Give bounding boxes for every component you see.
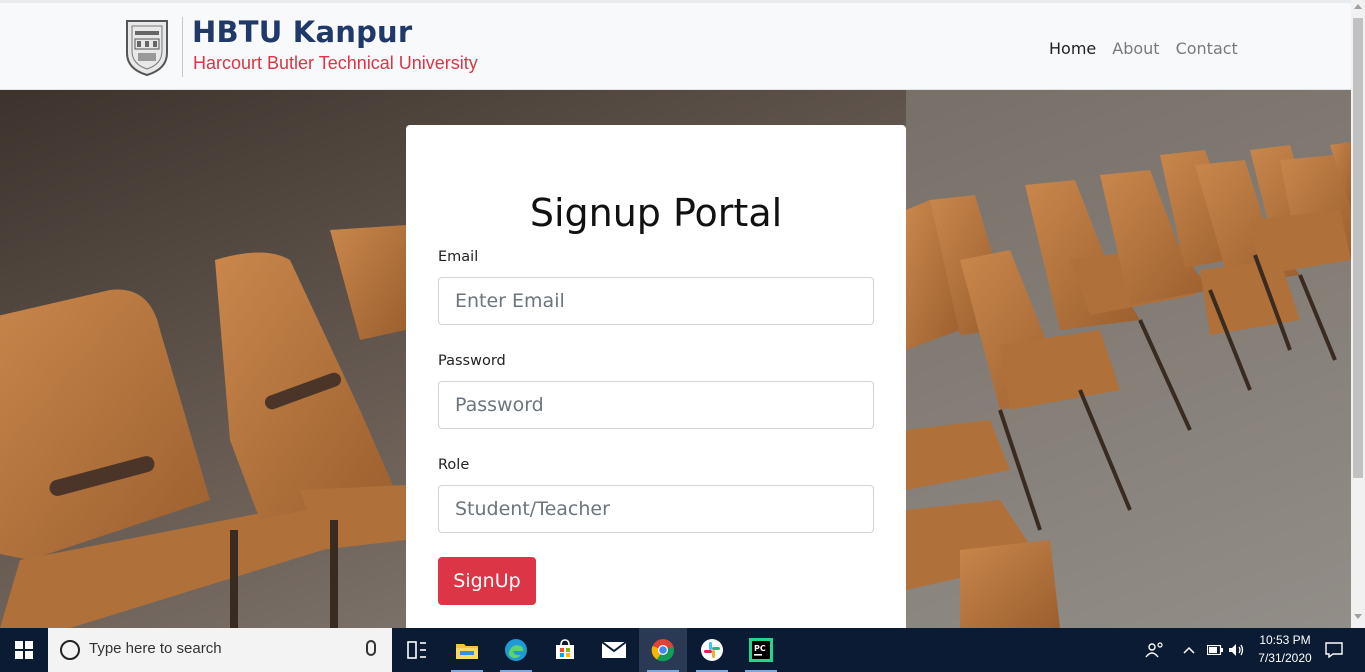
nav-links: Home About Contact (1049, 39, 1238, 58)
cortana-icon (60, 640, 80, 660)
page-scrollbar[interactable] (1351, 0, 1365, 628)
notification-center-icon[interactable] (1325, 628, 1343, 672)
pycharm-icon[interactable]: PC (737, 628, 785, 672)
edge-browser-icon[interactable] (492, 628, 540, 672)
signup-button[interactable]: SignUp (438, 557, 536, 605)
clock-date: 7/31/2020 (1258, 651, 1312, 665)
file-explorer-icon[interactable] (443, 628, 491, 672)
email-field[interactable] (438, 277, 874, 325)
chrome-icon[interactable] (639, 628, 687, 672)
role-field[interactable] (438, 485, 874, 533)
nav-contact-link[interactable]: Contact (1176, 39, 1238, 58)
microsoft-store-icon[interactable] (541, 628, 589, 672)
password-field[interactable] (438, 381, 874, 429)
brand-title[interactable]: HBTU Kanpur (192, 15, 412, 49)
slack-icon[interactable] (688, 628, 736, 672)
scroll-down-arrow-icon[interactable] (1354, 614, 1362, 619)
role-label: Role (438, 457, 470, 473)
system-clock[interactable]: 10:53 PM 7/31/2020 (1250, 631, 1320, 667)
windows-taskbar: Type here to search PC 10:53 PM 7/31/202… (0, 628, 1365, 672)
hbtu-logo[interactable] (124, 17, 170, 77)
volume-icon[interactable] (1228, 628, 1246, 672)
page-title: Signup Portal (529, 191, 783, 235)
mail-icon[interactable] (590, 628, 638, 672)
email-label: Email (438, 249, 479, 265)
taskbar-search-box[interactable]: Type here to search (48, 628, 392, 672)
taskbar-search-placeholder: Type here to search (89, 640, 222, 657)
navbar: HBTU Kanpur Harcourt Butler Technical Un… (0, 3, 1351, 90)
scrollbar-thumb[interactable] (1353, 18, 1363, 478)
signup-card: Signup Portal Email Password Role SignUp (406, 125, 906, 628)
brand-subtitle: Harcourt Butler Technical University (193, 53, 478, 73)
show-hidden-icons-chevron-icon[interactable] (1183, 628, 1195, 672)
battery-icon[interactable] (1207, 628, 1223, 672)
clock-time: 10:53 PM (1259, 633, 1311, 647)
windows-logo-icon (15, 641, 33, 659)
brand-divider (182, 17, 183, 77)
svg-text:PC: PC (754, 644, 766, 653)
nav-about-link[interactable]: About (1112, 39, 1159, 58)
task-view-icon[interactable] (393, 628, 441, 672)
scroll-up-arrow-icon[interactable] (1354, 4, 1362, 9)
start-button[interactable] (0, 628, 48, 672)
microphone-icon[interactable] (366, 640, 376, 656)
nav-home-link[interactable]: Home (1049, 39, 1096, 58)
password-label: Password (438, 353, 506, 369)
people-icon[interactable] (1145, 628, 1165, 672)
